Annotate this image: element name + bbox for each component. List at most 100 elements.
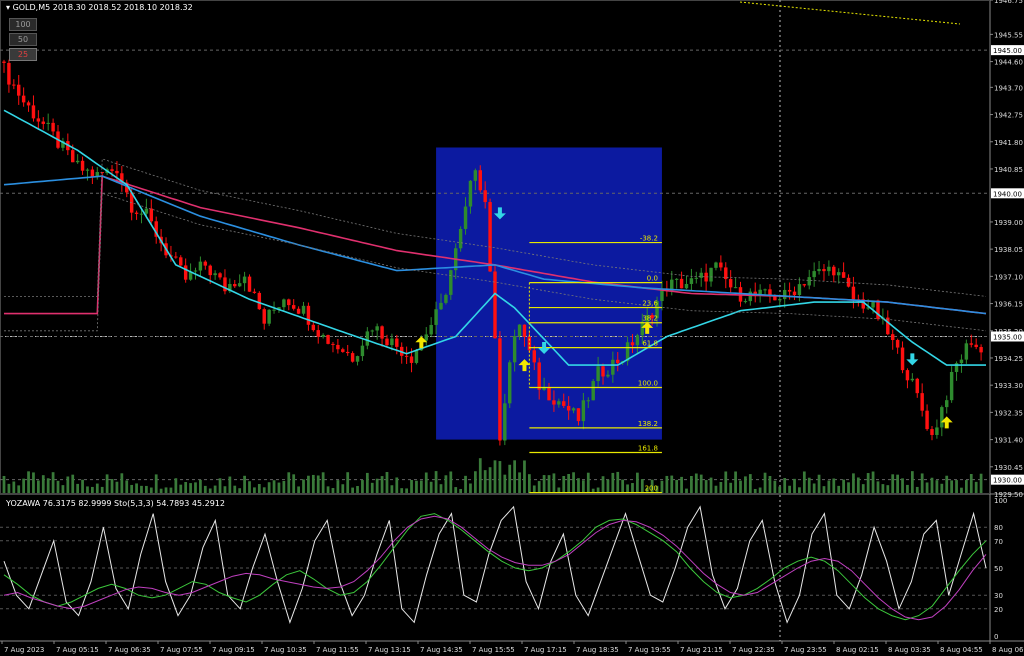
time-tick-label: 7 Aug 22:35	[732, 646, 775, 654]
candle	[797, 284, 802, 296]
candle	[321, 334, 325, 337]
candle	[778, 299, 782, 301]
candle	[498, 338, 502, 441]
price-tick-label: 1940.85	[994, 166, 1023, 174]
candle	[493, 271, 497, 339]
candle	[964, 343, 969, 360]
candle	[198, 261, 203, 271]
candle	[714, 262, 718, 268]
symbol-header: ▾ GOLD,M5 2018.30 2018.52 2018.10 2018.3…	[6, 3, 193, 12]
candle	[218, 273, 222, 278]
candle	[375, 326, 379, 331]
fib-level-label: 200	[645, 485, 658, 493]
candle	[183, 265, 188, 280]
candle	[979, 347, 983, 353]
time-tick-label: 7 Aug 06:35	[108, 646, 151, 654]
candle	[41, 121, 45, 124]
fib-level-label: 138.2	[638, 420, 658, 428]
candle	[326, 334, 330, 344]
candle	[532, 350, 536, 363]
candle	[36, 118, 41, 122]
candle	[463, 206, 468, 229]
candle	[591, 381, 595, 401]
candle	[306, 305, 311, 325]
candle	[488, 202, 492, 272]
candle	[925, 410, 929, 430]
time-tick-label: 7 Aug 2023	[4, 646, 44, 654]
candle	[395, 338, 399, 347]
time-tick-label: 7 Aug 11:55	[316, 646, 359, 654]
price-tick-label: 1942.75	[994, 112, 1023, 120]
time-tick-label: 8 Aug 02:15	[836, 646, 879, 654]
candle	[812, 271, 816, 278]
candle	[46, 122, 50, 124]
price-tick-label: 1945.55	[994, 31, 1023, 39]
candle	[900, 347, 905, 371]
price-tick-label: 1940.00	[993, 190, 1022, 198]
candle	[728, 279, 733, 288]
candle	[915, 378, 919, 394]
price-tick-label: 1934.25	[994, 355, 1023, 363]
candle	[640, 321, 645, 336]
candle-cap	[709, 266, 712, 268]
price-tick-label: 1935.00	[993, 333, 1022, 341]
candle	[370, 330, 374, 332]
candle	[444, 294, 448, 303]
zoom-50-button[interactable]: 50	[9, 33, 37, 46]
candle	[601, 366, 605, 377]
candle	[17, 84, 21, 96]
candle	[596, 366, 600, 382]
candle	[110, 169, 114, 171]
candle	[345, 351, 350, 354]
chart-canvas[interactable]: -38.20.023.638.261.8100.0138.2161.820019…	[0, 0, 1024, 656]
candle	[31, 105, 36, 119]
candle	[331, 343, 335, 345]
candle	[606, 374, 610, 377]
fib-level-label: 100.0	[638, 379, 658, 387]
fib-level-label: 23.6	[642, 300, 658, 308]
time-tick-label: 7 Aug 05:15	[56, 646, 99, 654]
candle	[85, 169, 90, 171]
candle	[959, 359, 964, 364]
time-tick-label: 7 Aug 18:35	[576, 646, 619, 654]
zoom-100-button[interactable]: 100	[9, 18, 37, 31]
candle	[674, 278, 679, 280]
candle	[827, 266, 831, 272]
time-tick-label: 7 Aug 23:55	[784, 646, 827, 654]
candle	[360, 345, 365, 357]
candle	[247, 276, 252, 292]
upper-trend-line	[739, 1, 961, 25]
candle	[895, 340, 900, 348]
time-tick-label: 8 Aug 06:15	[992, 646, 1024, 654]
candle	[743, 301, 748, 303]
candle	[51, 122, 55, 132]
candle	[409, 356, 414, 363]
candle	[404, 355, 409, 357]
candle	[694, 277, 699, 279]
candle	[2, 61, 6, 63]
candle	[920, 393, 924, 411]
candle	[291, 305, 296, 309]
candle	[390, 338, 394, 346]
price-tick-label: 1946.75	[994, 0, 1023, 5]
osc-tick-label: 100	[994, 497, 1007, 505]
time-tick-label: 7 Aug 14:35	[420, 646, 463, 654]
candle	[203, 261, 208, 266]
candle	[517, 324, 522, 337]
candle	[930, 429, 934, 435]
candle	[635, 335, 640, 346]
candle	[414, 350, 419, 363]
candle	[905, 370, 910, 381]
candle	[429, 324, 433, 335]
candle	[242, 276, 247, 284]
candle	[817, 269, 821, 272]
candle	[257, 292, 262, 310]
candle	[252, 291, 257, 293]
candle	[557, 401, 561, 405]
time-tick-label: 7 Aug 09:15	[212, 646, 255, 654]
candle	[267, 309, 271, 324]
candle	[616, 359, 620, 364]
zoom-25-button[interactable]: 25	[9, 48, 37, 61]
sell-arrow-icon	[906, 353, 919, 366]
price-tick-label: 1944.60	[994, 59, 1023, 67]
